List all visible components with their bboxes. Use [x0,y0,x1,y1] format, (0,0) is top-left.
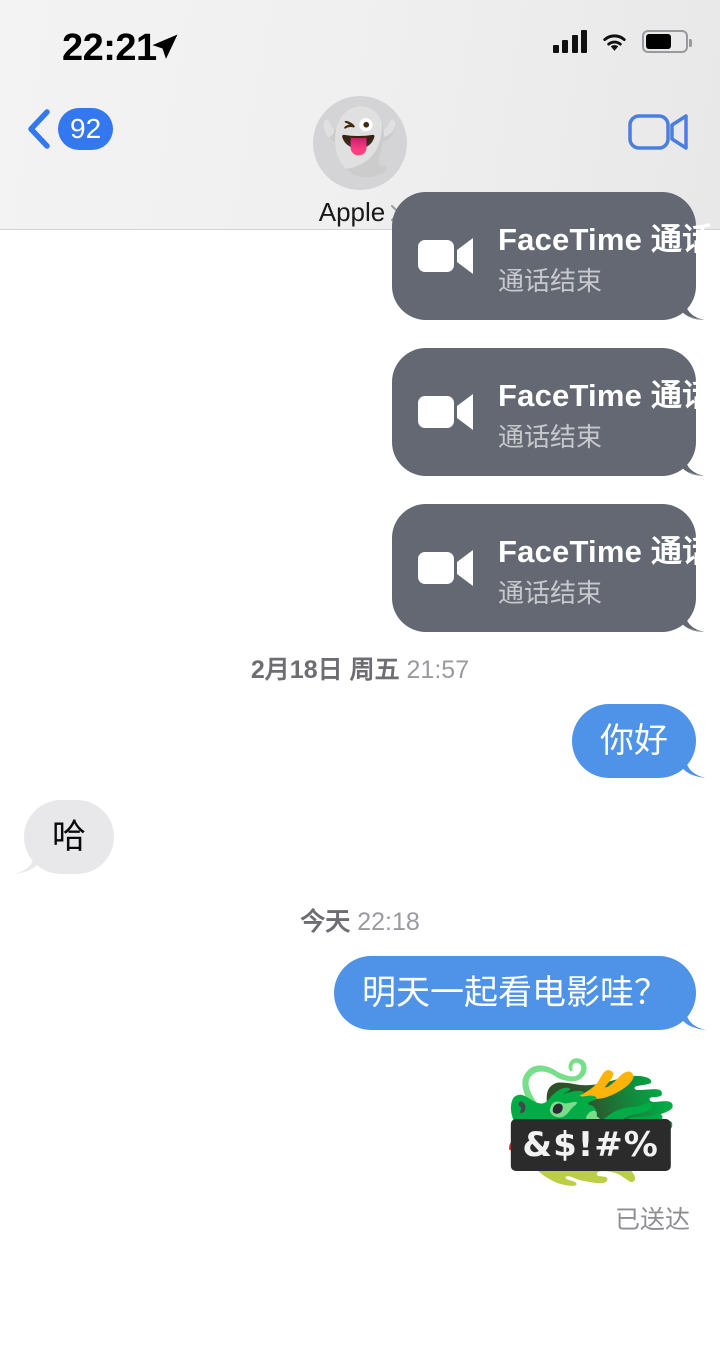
message-thread[interactable]: FaceTime 通话 通话结束 FaceTime 通话 通话结束 FaceTi… [0,192,720,1355]
facetime-call-bubble[interactable]: FaceTime 通话 通话结束 [392,504,713,632]
message-text: 你好 [600,722,668,760]
date-separator: 2月18日 周五 21:57 [0,632,720,700]
facetime-title: FaceTime 通话 [498,378,714,413]
facetime-button[interactable] [628,110,690,154]
cursing-overlay-text: &$!#% [510,1118,671,1171]
message-row[interactable]: 🐲 &$!#% [0,1044,720,1194]
bubble-tail [675,441,705,476]
message-row[interactable]: 你好 [0,704,720,779]
avatar: 👻 [313,96,407,190]
facetime-call-bubble[interactable]: FaceTime 通话 通话结束 [392,192,713,320]
location-arrow-icon [152,34,178,59]
cellular-signal-icon [552,30,587,53]
date-separator: 今天 22:18 [0,874,720,952]
message-row[interactable]: FaceTime 通话 通话结束 [0,192,720,320]
message-bubble-outgoing[interactable]: 你好 [572,704,706,779]
message-bubble-outgoing[interactable]: 明天一起看电影哇？ [334,956,706,1031]
message-input-bar [0,1337,720,1355]
facetime-title: FaceTime 通话 [498,222,714,257]
message-row[interactable]: 明天一起看电影哇？ [0,956,720,1031]
sticker-bubble[interactable]: 🐲 &$!#% [497,1044,684,1194]
status-bar: 22:21 [0,0,720,88]
messages-screen: 22:21 92 👻 Apple FaceTime 通话 通话结束 FaceTi… [0,0,720,1355]
video-camera-filled-icon [418,550,473,586]
ghost-emoji-icon: 👻 [321,108,399,177]
bubble-tail [675,597,705,632]
wifi-icon [603,34,626,51]
message-bubble-incoming[interactable]: 哈 [14,800,114,875]
bubble-tail [14,837,44,875]
status-bar-indicators [552,30,692,53]
message-row[interactable]: FaceTime 通话 通话结束 [0,348,720,476]
message-row[interactable]: 哈 [0,800,720,875]
video-camera-filled-icon [418,238,473,274]
message-text: 明天一起看电影哇？ [362,974,668,1013]
bubble-tail [676,993,706,1031]
separator-time: 21:57 [406,656,470,684]
facetime-title: FaceTime 通话 [498,534,714,569]
message-text: 哈 [52,818,86,857]
separator-date: 2月18日 周五 [250,656,400,684]
separator-date: 今天 [300,908,351,937]
facetime-call-bubble[interactable]: FaceTime 通话 通话结束 [392,348,713,476]
battery-icon [642,30,692,53]
bubble-tail [675,285,705,320]
bubble-tail [676,741,706,779]
separator-time: 22:18 [357,908,420,937]
message-row[interactable]: FaceTime 通话 通话结束 [0,504,720,632]
status-bar-time: 22:21 [62,27,157,69]
video-camera-filled-icon [418,394,473,430]
